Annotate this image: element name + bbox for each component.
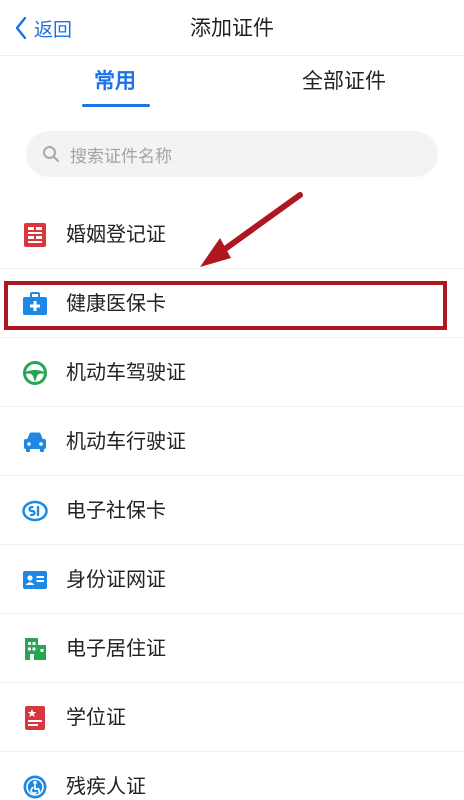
list-item-label: 残疾人证 [66, 774, 146, 798]
navbar: 返回 添加证件 [0, 0, 464, 56]
building-icon [22, 636, 48, 662]
tab-all-certificates[interactable]: 全部证件 [302, 66, 386, 96]
list-item-health-insurance-card[interactable]: 健康医保卡 [0, 269, 464, 338]
tab-active-indicator [82, 104, 150, 107]
disability-certificate-icon [22, 774, 48, 800]
list-item-label: 电子居住证 [66, 636, 166, 660]
list-item-label: 婚姻登记证 [66, 222, 166, 246]
list-item-marriage-certificate[interactable]: 婚姻登记证 [0, 200, 464, 269]
list-item-disability-certificate[interactable]: 残疾人证 [0, 752, 464, 800]
list-item-label: 机动车行驶证 [66, 429, 186, 453]
list-item-label: 机动车驾驶证 [66, 360, 186, 384]
list-item-label: 身份证网证 [66, 567, 166, 591]
id-card-icon [22, 567, 48, 593]
list-item-vehicle-license[interactable]: 机动车行驶证 [0, 407, 464, 476]
degree-certificate-icon [22, 705, 48, 731]
marriage-certificate-icon [22, 222, 48, 248]
search-icon [43, 146, 59, 162]
list-item-social-security-card[interactable]: 电子社保卡 [0, 476, 464, 545]
medical-kit-icon [22, 291, 48, 317]
steering-wheel-icon [22, 360, 48, 386]
social-security-icon [22, 498, 48, 524]
tab-common[interactable]: 常用 [94, 66, 136, 96]
search-input[interactable]: 搜索证件名称 [26, 131, 438, 177]
list-item-degree-certificate[interactable]: 学位证 [0, 683, 464, 752]
list-item-id-card[interactable]: 身份证网证 [0, 545, 464, 614]
list-item-label: 健康医保卡 [66, 291, 166, 315]
search-placeholder: 搜索证件名称 [70, 146, 172, 167]
list-item-residence-permit[interactable]: 电子居住证 [0, 614, 464, 683]
list-item-driver-license[interactable]: 机动车驾驶证 [0, 338, 464, 407]
tab-bar: 常用 全部证件 [0, 56, 464, 112]
list-item-label: 学位证 [66, 705, 126, 729]
certificate-list: 婚姻登记证 健康医保卡 机动车驾驶证 机动车行驶证 电子社保卡 身份证网证 电子… [0, 200, 464, 800]
car-icon [22, 429, 48, 455]
page-title: 添加证件 [190, 16, 274, 40]
list-item-label: 电子社保卡 [66, 498, 166, 522]
